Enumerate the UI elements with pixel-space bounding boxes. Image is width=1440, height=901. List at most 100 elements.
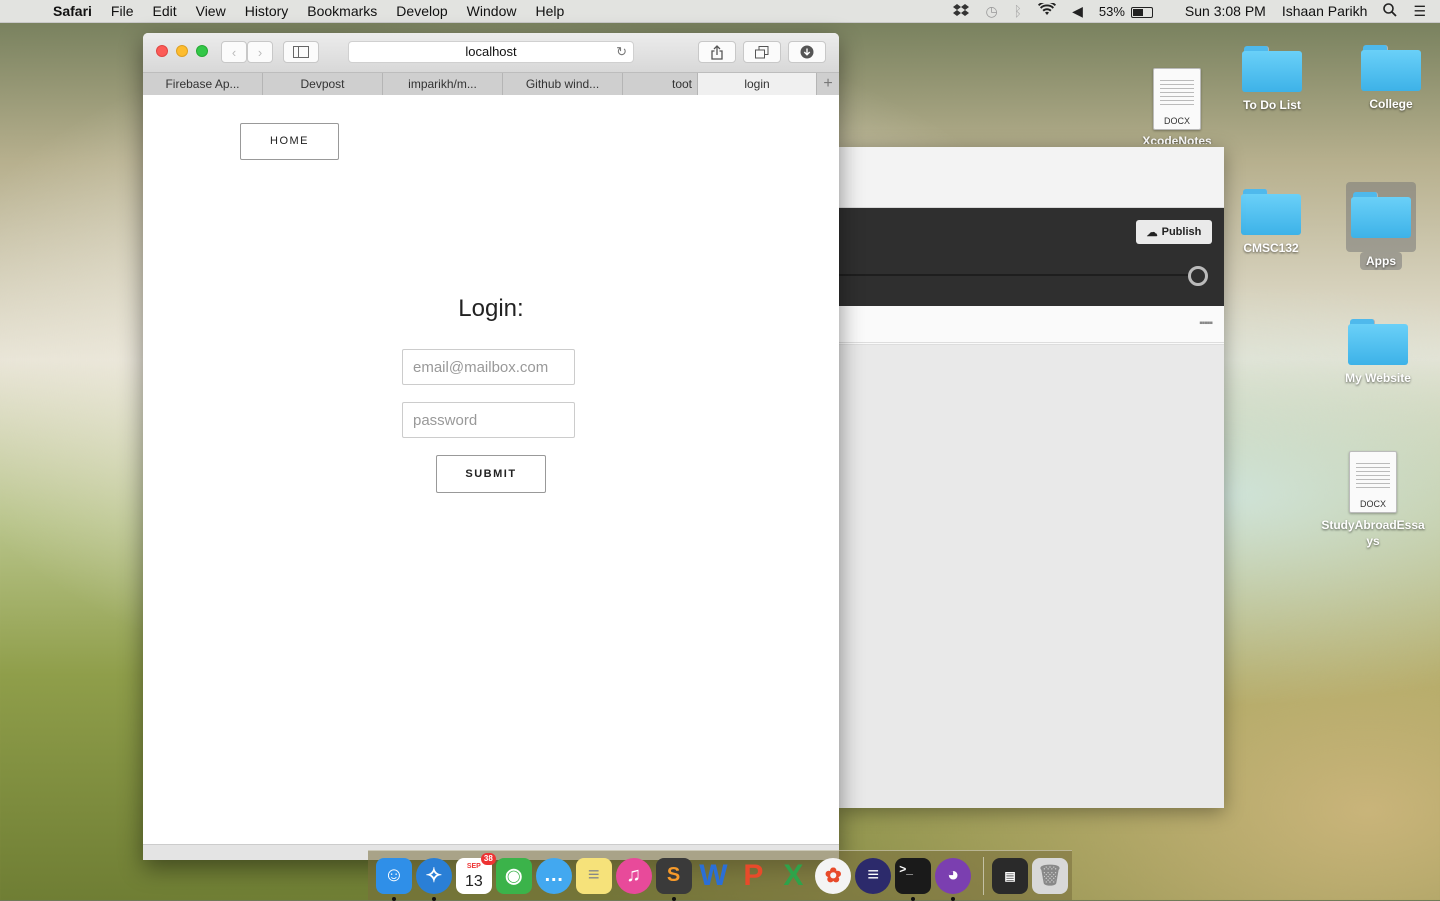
menu-help[interactable]: Help	[535, 3, 564, 19]
docx-file-icon: DOCX	[1153, 68, 1201, 130]
desktop-icon-apps[interactable]: Apps	[1331, 182, 1431, 270]
desktop-icon-my-website[interactable]: My Website	[1328, 319, 1428, 385]
tabs-icon	[755, 45, 769, 58]
background-app-window[interactable]: ☁ Publish ▪▪▪▪▪	[838, 147, 1224, 808]
safari-toolbar: ‹ › localhost ↻	[143, 33, 839, 72]
menu-view[interactable]: View	[196, 3, 226, 19]
github-desktop-icon[interactable]: ◕	[935, 857, 972, 901]
battery-level	[1132, 8, 1143, 16]
finder-icon[interactable]: ☺	[376, 857, 412, 901]
desktop-icon-label: Apps	[1360, 252, 1402, 270]
desktop-icon-studyabroadessays[interactable]: DOCX StudyAbroadEssays	[1318, 451, 1428, 549]
close-window-button[interactable]	[156, 45, 168, 57]
calendar-month: SEP	[466, 862, 481, 870]
clock[interactable]: Sun 3:08 PM	[1185, 3, 1266, 19]
share-icon	[711, 44, 723, 60]
drag-handle-icon[interactable]: ▪▪▪▪▪	[1199, 318, 1213, 329]
time-machine-icon[interactable]: ◷	[985, 3, 997, 20]
menu-app-name[interactable]: Safari	[53, 3, 92, 19]
photos-icon[interactable]: ✿	[815, 857, 852, 894]
wifi-icon[interactable]	[1038, 0, 1057, 19]
minimize-window-button[interactable]	[176, 45, 188, 57]
chevron-right-icon: ›	[257, 44, 263, 60]
messages-icon[interactable]: …	[535, 857, 572, 894]
share-button[interactable]	[698, 41, 736, 63]
folder-icon	[1242, 46, 1302, 92]
loading-spinner-icon	[1188, 266, 1208, 286]
spotlight-search-icon[interactable]	[1383, 2, 1398, 20]
dock: ☺ ✧ SEP 13 38 ◉ … ≡ ♫ S W P X ✿ ≡ >_ ◕ ▤…	[368, 850, 1072, 901]
word-icon[interactable]: W	[696, 858, 732, 894]
home-button[interactable]: HOME	[240, 123, 339, 160]
menu-file[interactable]: File	[111, 3, 134, 19]
powerpoint-icon[interactable]: P	[735, 858, 771, 894]
tab-login[interactable]: login	[698, 73, 817, 96]
dropbox-icon[interactable]	[953, 3, 970, 20]
tab-github[interactable]: Github wind...	[503, 73, 623, 96]
folder-icon	[1351, 192, 1411, 238]
battery-icon[interactable]	[1130, 3, 1169, 19]
folder-icon	[1348, 319, 1408, 365]
facetime-icon[interactable]: ◉	[495, 857, 532, 894]
volume-icon[interactable]: ◀	[1072, 3, 1083, 20]
publish-label: Publish	[1161, 226, 1202, 238]
safari-window: ‹ › localhost ↻ Firebase Ap... Devpost i…	[143, 33, 839, 860]
background-window-header	[838, 147, 1224, 208]
dock-separator	[983, 856, 985, 895]
email-placeholder: email@mailbox.com	[413, 359, 549, 376]
submit-button[interactable]: SUBMIT	[436, 455, 546, 493]
desktop-icon-cmsc132[interactable]: CMSC132	[1221, 189, 1321, 255]
web-page: HOME Login: email@mailbox.com password S…	[143, 95, 839, 845]
zoom-window-button[interactable]	[196, 45, 208, 57]
address-bar[interactable]: localhost ↻	[348, 41, 634, 63]
activity-monitor-icon[interactable]: ▤	[992, 857, 1029, 894]
desktop-icon-label: XcodeNotes	[1142, 134, 1212, 144]
tab-bar: Firebase Ap... Devpost imparikh/m... Git…	[143, 72, 839, 97]
progress-track	[838, 274, 1188, 276]
desktop-icon-label: My Website	[1345, 371, 1411, 385]
desktop-icon-to-do-list[interactable]: To Do List	[1222, 46, 1322, 112]
new-tab-button[interactable]: +	[817, 73, 839, 96]
password-input[interactable]: password	[402, 402, 575, 438]
tab-toot[interactable]: toot	[623, 73, 698, 96]
calendar-icon[interactable]: SEP 13 38	[455, 852, 496, 894]
sublime-text-icon[interactable]: S	[655, 857, 692, 901]
tab-overview-button[interactable]	[743, 41, 781, 63]
menu-window[interactable]: Window	[467, 3, 517, 19]
folder-icon	[1241, 189, 1301, 235]
address-text: localhost	[465, 44, 517, 59]
plus-icon: +	[823, 75, 833, 92]
desktop-icon-college[interactable]: College	[1341, 45, 1440, 111]
trash-icon[interactable]: 🗑	[1032, 857, 1068, 894]
menu-edit[interactable]: Edit	[152, 3, 176, 19]
publish-button[interactable]: ☁ Publish	[1136, 220, 1212, 244]
menu-develop[interactable]: Develop	[396, 3, 447, 19]
sidebar-toggle-button[interactable]	[283, 41, 319, 63]
email-input[interactable]: email@mailbox.com	[402, 349, 575, 385]
notification-center-icon[interactable]: ☰	[1413, 3, 1426, 20]
desktop-icon-label: To Do List	[1243, 98, 1301, 112]
eclipse-icon[interactable]: ≡	[855, 857, 892, 894]
tab-devpost[interactable]: Devpost	[263, 73, 383, 96]
itunes-icon[interactable]: ♫	[615, 857, 652, 894]
chevron-left-icon: ‹	[231, 44, 237, 60]
battery-percent: 53%	[1098, 3, 1125, 19]
tab-imparikh[interactable]: imparikh/m...	[383, 73, 503, 96]
excel-icon[interactable]: X	[775, 858, 811, 894]
calendar-badge: 38	[480, 852, 496, 865]
terminal-icon[interactable]: >_	[895, 857, 932, 901]
back-button[interactable]: ‹	[221, 41, 247, 63]
notes-icon[interactable]: ≡	[575, 857, 612, 894]
forward-button[interactable]: ›	[247, 41, 273, 63]
menu-bookmarks[interactable]: Bookmarks	[307, 3, 377, 19]
bluetooth-icon[interactable]: ᛒ	[1014, 3, 1022, 19]
tab-firebase[interactable]: Firebase Ap...	[143, 73, 263, 96]
login-title: Login:	[458, 295, 524, 322]
menu-history[interactable]: History	[245, 3, 289, 19]
user-name[interactable]: Ishaan Parikh	[1282, 3, 1368, 19]
downloads-button[interactable]	[788, 41, 826, 63]
desktop-icon-xcodenotes[interactable]: DOCX XcodeNotes	[1127, 68, 1227, 144]
desktop-icon-label: CMSC132	[1243, 241, 1299, 255]
safari-icon[interactable]: ✧	[415, 857, 452, 901]
reload-icon[interactable]: ↻	[616, 42, 627, 62]
